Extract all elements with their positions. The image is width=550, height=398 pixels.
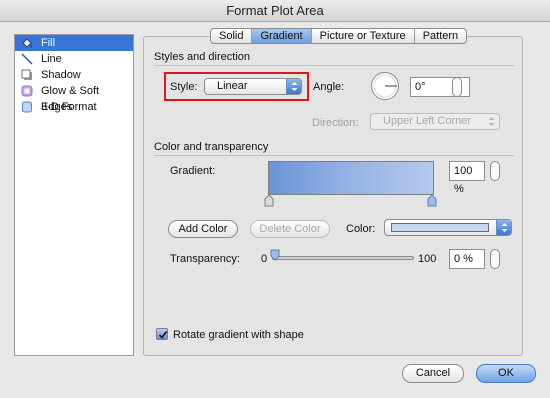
- style-value: Linear: [217, 80, 248, 92]
- style-label: Style:: [170, 81, 198, 93]
- checkmark-icon: [158, 331, 168, 339]
- angle-label: Angle:: [313, 81, 345, 93]
- sidebar-item-shadow[interactable]: Shadow: [15, 67, 133, 83]
- ok-button[interactable]: OK: [476, 364, 536, 383]
- add-color-button[interactable]: Add Color: [168, 220, 238, 238]
- tab-pattern[interactable]: Pattern: [415, 29, 466, 43]
- direction-popup[interactable]: Upper Left Corner: [370, 113, 500, 130]
- angle-stepper[interactable]: [452, 77, 462, 97]
- glow-icon: [21, 85, 33, 97]
- style-popup[interactable]: Linear: [204, 78, 302, 95]
- gradient-percent-field[interactable]: 100 %: [449, 161, 485, 195]
- delete-color-button[interactable]: Delete Color: [250, 220, 330, 238]
- rotate-gradient-checkbox[interactable]: [156, 328, 168, 340]
- color-popup[interactable]: [384, 219, 512, 236]
- tab-gradient[interactable]: Gradient: [252, 29, 312, 43]
- shadow-icon: [21, 69, 32, 80]
- slider-max-label: 100: [418, 253, 437, 265]
- gradient-stop-right[interactable]: [427, 195, 437, 207]
- popup-arrows-icon: [286, 79, 301, 94]
- color-label: Color:: [346, 223, 376, 235]
- transparency-field[interactable]: 0 %: [449, 249, 485, 269]
- styles-direction-heading: Styles and direction: [154, 51, 250, 63]
- line-icon: [21, 53, 33, 65]
- sidebar: Fill Line Shadow Glow & Soft Edges 3-D F…: [14, 34, 134, 356]
- paint-bucket-icon: [22, 38, 32, 49]
- color-transparency-heading: Color and transparency: [154, 141, 269, 153]
- section-divider: [154, 155, 514, 156]
- sidebar-item-label: Line: [41, 53, 62, 65]
- gradient-preview[interactable]: [268, 161, 434, 195]
- gradient-label: Gradient:: [170, 165, 216, 177]
- slider-min-label: 0: [261, 253, 268, 265]
- sidebar-item-fill[interactable]: Fill: [15, 35, 133, 51]
- direction-label: Direction:: [312, 117, 359, 129]
- direction-value: Upper Left Corner: [383, 115, 472, 127]
- window-title: Format Plot Area: [0, 0, 550, 22]
- angle-dial[interactable]: [370, 71, 400, 101]
- color-swatch: [391, 223, 489, 232]
- tab-picture-or-texture[interactable]: Picture or Texture: [312, 29, 415, 43]
- sidebar-item-label: Fill: [41, 37, 56, 49]
- rotate-gradient-label: Rotate gradient with shape: [173, 329, 304, 341]
- sidebar-item-line[interactable]: Line: [15, 51, 133, 67]
- transparency-label: Transparency:: [170, 253, 240, 265]
- gradient-panel: Styles and direction Style: Linear Angle…: [143, 36, 523, 356]
- tab-solid[interactable]: Solid: [211, 29, 253, 43]
- popup-arrows-icon: [496, 220, 511, 235]
- sidebar-item-glow-soft-edges[interactable]: Glow & Soft Edges: [15, 83, 133, 113]
- 3d-format-icon: [22, 101, 32, 113]
- sidebar-item-3d-format[interactable]: 3-D Format: [15, 99, 133, 115]
- sidebar-item-label: Shadow: [41, 69, 81, 81]
- format-plot-area-dialog: Format Plot Area Fill Line Shadow Glow &…: [0, 0, 550, 398]
- section-divider: [154, 65, 514, 66]
- popup-arrows-icon: [484, 114, 499, 129]
- sidebar-item-label: 3-D Format: [41, 101, 97, 113]
- transparency-stepper[interactable]: [490, 249, 500, 269]
- cancel-button[interactable]: Cancel: [402, 364, 464, 383]
- gradient-stepper[interactable]: [490, 161, 500, 181]
- fill-type-tabs: Solid Gradient Picture or Texture Patter…: [210, 28, 468, 44]
- gradient-stop-left[interactable]: [264, 195, 274, 207]
- transparency-slider[interactable]: [272, 256, 414, 260]
- transparency-slider-thumb[interactable]: [270, 249, 280, 261]
